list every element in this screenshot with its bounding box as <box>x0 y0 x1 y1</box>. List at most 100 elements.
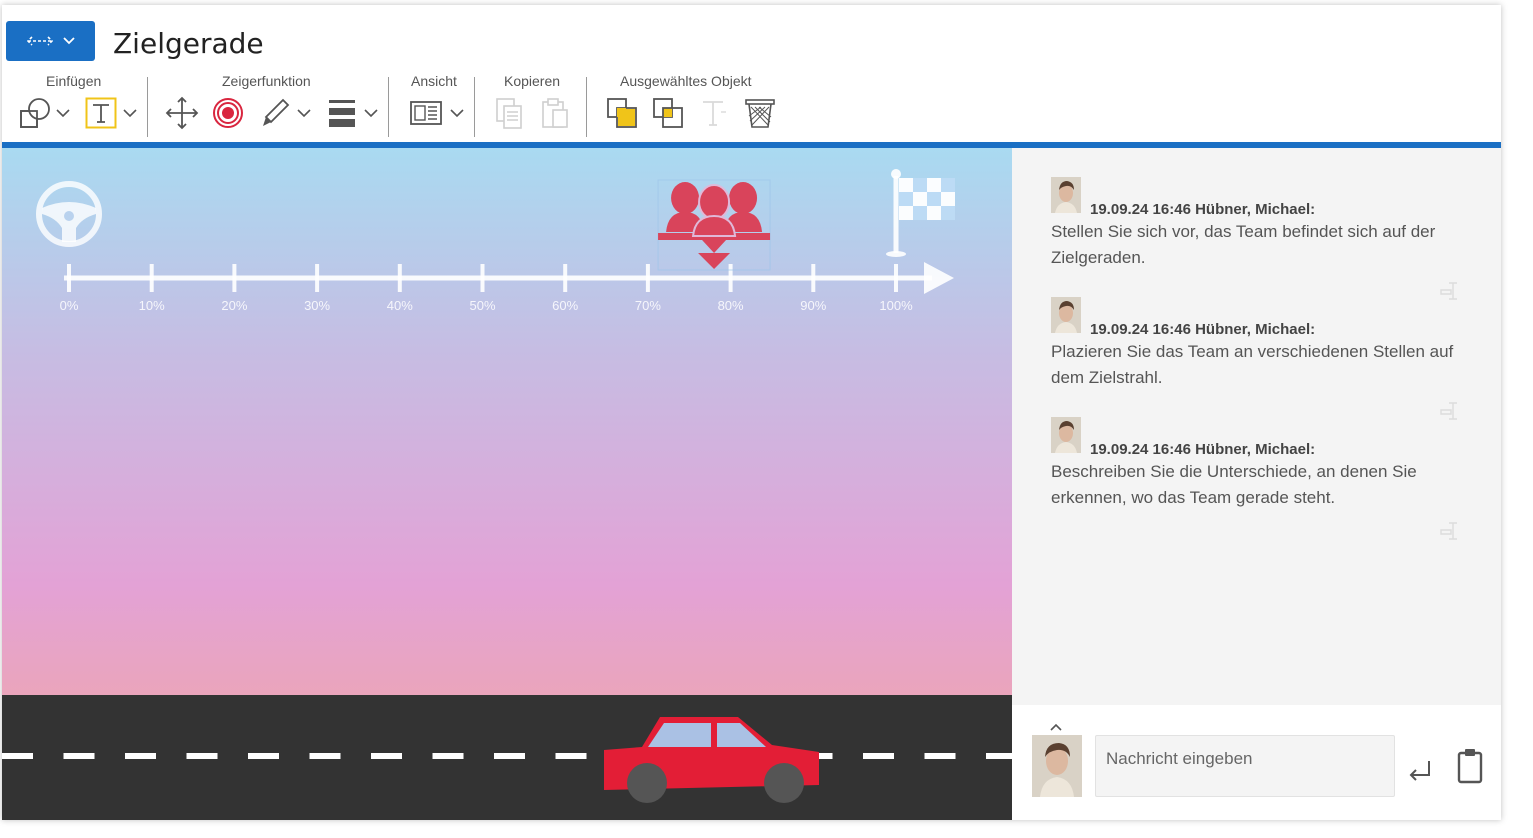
axis-arrow <box>924 262 954 294</box>
flag-check <box>913 178 927 192</box>
message-text: Plazieren Sie das Team an verschiedenen … <box>1051 342 1454 387</box>
lane-dash <box>494 753 525 759</box>
flag-check <box>927 192 941 206</box>
line-style-button[interactable] <box>324 95 382 131</box>
lane-dash <box>125 753 156 759</box>
axis-tick-label: 90% <box>800 298 826 313</box>
bring-to-front-icon <box>607 98 637 128</box>
flag-check <box>927 178 941 192</box>
lane-dash <box>186 753 218 759</box>
flag-check <box>899 178 913 192</box>
axis-tick-label: 10% <box>139 298 165 313</box>
toolbar-separator <box>474 77 475 137</box>
chat-panel: 19.09.24 16:46 Hübner, Michael: Stellen S… <box>1012 148 1501 820</box>
flag-check <box>927 206 941 220</box>
app-window: Zielgerade Einfügen Zeigerfunktion Ansic… <box>2 5 1501 820</box>
lane-markings <box>2 753 1012 759</box>
arrows-horizontal-icon <box>26 36 53 46</box>
message-text: Beschreiben Sie die Unterschiede, an den… <box>1051 462 1417 507</box>
text-format-icon <box>703 101 726 126</box>
message-text: Stellen Sie sich vor, das Team befindet … <box>1051 222 1436 267</box>
shapes-icon <box>20 98 50 128</box>
avatar <box>1051 177 1081 213</box>
toolbar-separator <box>586 77 587 137</box>
line-thickness-icon <box>329 100 355 127</box>
axis-tick-label: 100% <box>879 298 913 313</box>
chevron-down-icon <box>297 108 311 117</box>
text-format-button[interactable] <box>696 95 732 131</box>
lane-dash <box>2 753 33 759</box>
group-label-ansicht: Ansicht <box>411 73 457 89</box>
flag-check <box>899 192 913 206</box>
chevron-down-icon <box>123 108 137 117</box>
message-header: 19.09.24 16:46 Hübner, Michael: <box>1090 441 1316 458</box>
paste-button[interactable] <box>538 95 572 131</box>
text-tool-icon <box>85 97 117 129</box>
chevron-down-icon <box>56 108 70 117</box>
target-pointer-icon <box>213 98 243 128</box>
lane-dash <box>555 753 587 759</box>
chevron-down-icon <box>450 108 464 117</box>
mode-dropdown-button[interactable] <box>6 21 95 61</box>
flag-check <box>913 206 927 220</box>
pen-icon <box>263 98 290 126</box>
toolbar-separator <box>388 77 389 137</box>
delete-button[interactable] <box>742 95 778 131</box>
reply-icon[interactable] <box>1439 401 1461 421</box>
axis-tick-label: 40% <box>387 298 413 313</box>
lane-dash <box>248 753 279 759</box>
finish-flag-icon <box>886 169 955 257</box>
view-button[interactable] <box>407 95 467 131</box>
axis-tick-label: 50% <box>469 298 495 313</box>
group-label-kopieren: Kopieren <box>504 73 561 89</box>
chevron-up-icon[interactable] <box>1050 723 1062 731</box>
flag-check <box>913 192 927 206</box>
flag-check <box>941 178 955 192</box>
chat-input-area: Nachricht eingeben <box>1012 705 1501 820</box>
move-arrows-icon <box>165 96 199 130</box>
axis-tick-label: 60% <box>552 298 578 313</box>
avatar <box>1051 417 1081 453</box>
axis-tick-label: 70% <box>635 298 661 313</box>
steering-wheel-icon <box>36 181 102 247</box>
axis-tick-label: 30% <box>304 298 330 313</box>
flag-check <box>941 192 955 206</box>
move-tool-button[interactable] <box>164 95 200 131</box>
group-label-ausgewaehltes-objekt: Ausgewähltes Objekt <box>620 73 752 89</box>
bring-to-front-button[interactable] <box>604 95 640 131</box>
paste-icon <box>542 98 568 128</box>
copy-icon <box>496 98 522 129</box>
message-input[interactable]: Nachricht eingeben <box>1095 735 1395 797</box>
lane-dash <box>863 753 894 759</box>
reply-icon[interactable] <box>1439 521 1461 541</box>
clipboard-icon[interactable] <box>1457 748 1483 784</box>
group-label-zeigerfunktion: Zeigerfunktion <box>222 73 311 89</box>
reply-icon[interactable] <box>1439 281 1461 301</box>
lane-dash <box>63 753 95 759</box>
enter-send-icon[interactable] <box>1407 757 1433 783</box>
car-icon[interactable] <box>604 717 819 803</box>
insert-text-button[interactable] <box>80 95 142 131</box>
message-header: 19.09.24 16:46 Hübner, Michael: <box>1090 321 1316 338</box>
lane-dash <box>432 753 464 759</box>
pen-tool-button[interactable] <box>254 95 316 131</box>
axis-tick-label: 80% <box>718 298 744 313</box>
whiteboard-canvas[interactable]: 0% 10% 20% 30% 40% 50% 60% 70% 80% 90% 100% <box>2 148 1012 820</box>
group-label-einfuegen: Einfügen <box>46 73 102 89</box>
flag-check <box>899 206 913 220</box>
chevron-down-icon <box>364 108 378 117</box>
axis-tick-label: 20% <box>221 298 247 313</box>
axis-tick-label: 0% <box>60 298 79 313</box>
page-title: Zielgerade <box>113 27 264 60</box>
team-marker[interactable] <box>657 179 771 271</box>
lane-dash <box>309 753 341 759</box>
chevron-down-icon <box>62 37 75 45</box>
toolbar-separator <box>147 77 148 137</box>
pointer-tool-button[interactable] <box>210 95 246 131</box>
lane-dash <box>986 753 1012 759</box>
send-to-back-button[interactable] <box>650 95 686 131</box>
flag-check <box>941 206 955 220</box>
copy-button[interactable] <box>492 95 526 131</box>
insert-shape-button[interactable] <box>14 95 74 131</box>
send-to-back-icon <box>653 98 683 128</box>
